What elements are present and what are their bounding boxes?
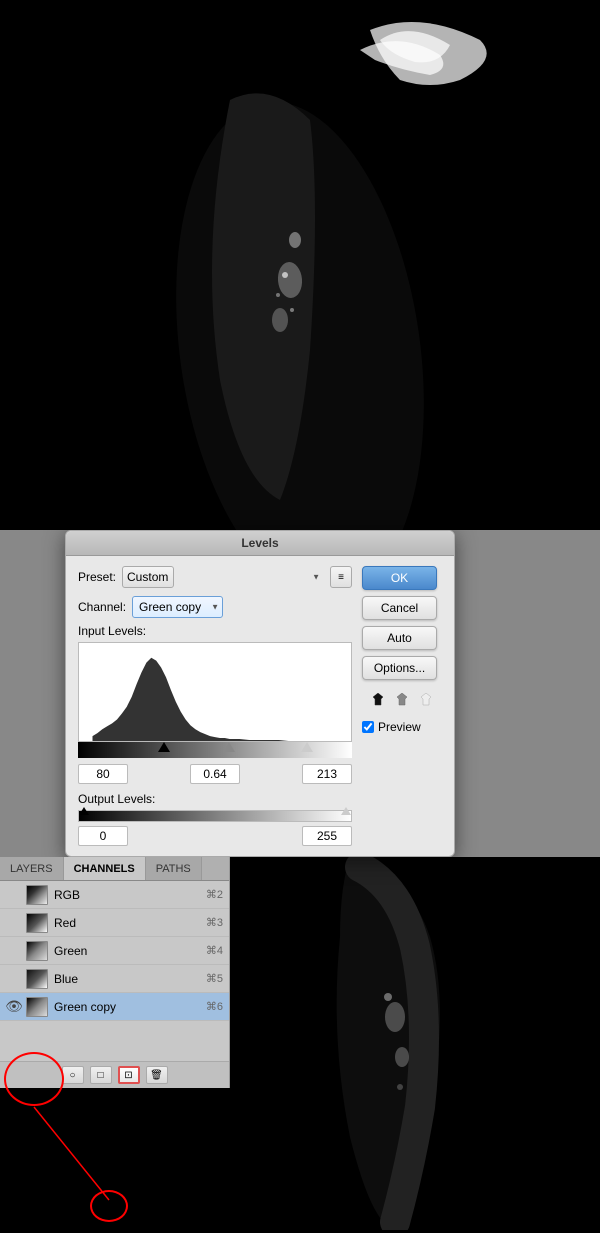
channel-thumb-green	[26, 941, 48, 961]
input-levels-label: Input Levels:	[78, 624, 352, 638]
output-black-thumb[interactable]	[79, 807, 89, 815]
channel-shortcut-red: ⌘3	[206, 916, 223, 929]
options-button[interactable]: Options...	[362, 656, 437, 680]
output-levels-label: Output Levels:	[78, 792, 352, 806]
tab-layers[interactable]: LAYERS	[0, 857, 64, 880]
preset-row: Preset: Custom Default ≡	[78, 566, 352, 588]
output-white-value[interactable]: 255	[302, 826, 352, 846]
preview-label: Preview	[378, 720, 421, 734]
preset-select[interactable]: Custom Default	[122, 566, 174, 588]
channel-label-text: Channel:	[78, 600, 126, 614]
dialog-left: Preset: Custom Default ≡ Channel: Gree	[78, 566, 352, 846]
toolbar-btn-delete[interactable]: 🗑	[146, 1066, 168, 1084]
input-slider-track[interactable]	[78, 742, 352, 758]
channel-name-green: Green	[54, 944, 206, 958]
channel-name-rgb: RGB	[54, 888, 206, 902]
input-black-value[interactable]: 80	[78, 764, 128, 784]
panel-tabs: LAYERS CHANNELS PATHS	[0, 857, 229, 881]
channel-eye-green-copy[interactable]: 👁	[6, 999, 22, 1015]
image-bottom	[230, 857, 600, 1157]
panel-row: LAYERS CHANNELS PATHS RGB ⌘2	[0, 857, 600, 1230]
channel-shortcut-green-copy: ⌘6	[206, 1000, 223, 1013]
channel-thumb-blue	[26, 969, 48, 989]
output-black-value[interactable]: 0	[78, 826, 128, 846]
channel-item-rgb[interactable]: RGB ⌘2	[0, 881, 229, 909]
channel-shortcut-blue: ⌘5	[206, 972, 223, 985]
panel-left: LAYERS CHANNELS PATHS RGB ⌘2	[0, 857, 230, 1088]
ok-button[interactable]: OK	[362, 566, 437, 590]
input-white-value[interactable]: 213	[302, 764, 352, 784]
panel-spacer	[0, 1021, 229, 1061]
input-mid-value[interactable]: 0.64	[190, 764, 240, 784]
preset-menu-icon[interactable]: ≡	[330, 566, 352, 588]
channel-item-green[interactable]: Green ⌘4	[0, 937, 229, 965]
input-black-thumb[interactable]	[158, 742, 170, 752]
channel-shortcut-rgb: ⌘2	[206, 888, 223, 901]
channel-thumb-green-copy	[26, 997, 48, 1017]
toolbar-btn-duplicate[interactable]: ⊡	[118, 1066, 140, 1084]
dialog-right: OK Cancel Auto Options...	[362, 566, 442, 846]
output-values-row: 0 255	[78, 826, 352, 846]
channel-name-blue: Blue	[54, 972, 206, 986]
channel-eye-blue[interactable]	[6, 971, 22, 987]
output-slider-track[interactable]	[78, 810, 352, 822]
input-mid-thumb[interactable]	[223, 742, 235, 752]
panel-left-wrapper: LAYERS CHANNELS PATHS RGB ⌘2	[0, 857, 230, 1230]
channel-eye-green[interactable]	[6, 943, 22, 959]
input-white-thumb[interactable]	[301, 742, 313, 752]
auto-button[interactable]: Auto	[362, 626, 437, 650]
output-white-thumb[interactable]	[341, 807, 351, 815]
dialog-overlay: Levels Preset: Custom Default ≡	[0, 530, 600, 857]
input-values-row: 80 0.64 213	[78, 764, 352, 784]
panel-toolbar: ○ □ ⊡ 🗑	[0, 1061, 229, 1088]
tab-channels[interactable]: CHANNELS	[64, 857, 146, 880]
dialog-titlebar: Levels	[66, 531, 454, 556]
eyedropper-black-icon[interactable]	[368, 690, 388, 710]
preset-label: Preset:	[78, 570, 116, 584]
toolbar-btn-square[interactable]: □	[90, 1066, 112, 1084]
histogram-container	[78, 642, 352, 742]
tab-paths[interactable]: PATHS	[146, 857, 202, 880]
channel-item-green-copy[interactable]: 👁 Green copy ⌘6	[0, 993, 229, 1021]
annotation-circle-toolbar	[90, 1190, 128, 1222]
channel-item-red[interactable]: Red ⌘3	[0, 909, 229, 937]
eyedropper-white-icon[interactable]	[416, 690, 436, 710]
channel-item-blue[interactable]: Blue ⌘5	[0, 965, 229, 993]
preview-checkbox[interactable]	[362, 721, 374, 733]
image-top	[0, 0, 600, 530]
channel-thumb-rgb	[26, 885, 48, 905]
preview-row: Preview	[362, 720, 442, 734]
channel-thumb-red	[26, 913, 48, 933]
preset-select-wrapper: Custom Default	[122, 566, 324, 588]
eyedropper-grey-icon[interactable]	[392, 690, 412, 710]
channel-select-wrapper: Green copy RGB Red Green Blue	[132, 596, 223, 618]
channel-name-green-copy: Green copy	[54, 1000, 206, 1014]
channel-eye-rgb[interactable]	[6, 887, 22, 903]
cancel-button[interactable]: Cancel	[362, 596, 437, 620]
channel-select[interactable]: Green copy RGB Red Green Blue	[132, 596, 223, 618]
levels-dialog: Levels Preset: Custom Default ≡	[65, 530, 455, 857]
eyedropper-row	[362, 690, 442, 710]
channel-row: Channel: Green copy RGB Red Green Blue	[78, 596, 352, 618]
channel-shortcut-green-3: ⌘4	[206, 944, 223, 957]
dialog-title: Levels	[241, 536, 278, 550]
toolbar-btn-circle[interactable]: ○	[62, 1066, 84, 1084]
channel-name-red: Red	[54, 916, 206, 930]
channel-eye-red[interactable]	[6, 915, 22, 931]
